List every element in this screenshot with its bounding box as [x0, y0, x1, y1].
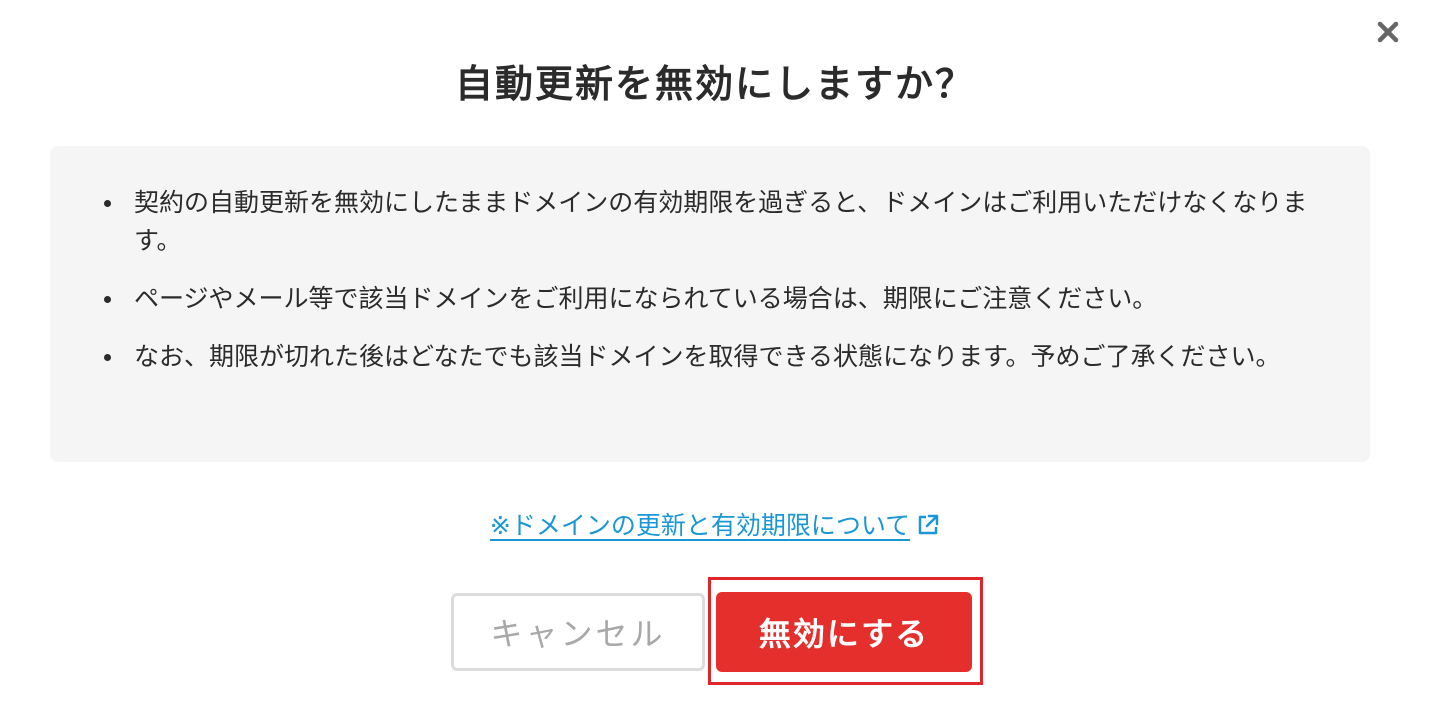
dialog-title: 自動更新を無効にしますか？ [454, 62, 975, 106]
notice-box: 契約の自動更新を無効にしたままドメインの有効期限を過ぎると、ドメインはご利用いた… [50, 146, 1370, 462]
external-link-icon [918, 514, 939, 535]
close-button[interactable] [1372, 16, 1404, 48]
notice-list: 契約の自動更新を無効にしたままドメインの有効期限を過ぎると、ドメインはご利用いた… [104, 184, 1310, 376]
help-link-label: ※ドメインの更新と有効期限について [489, 511, 911, 540]
notice-item: ページやメール等で該当ドメインをご利用になられている場合は、期限にご注意ください… [104, 280, 1310, 318]
disable-button[interactable]: 無効にする [716, 592, 972, 672]
close-icon[interactable] [1377, 21, 1399, 43]
notice-item: 契約の自動更新を無効にしたままドメインの有効期限を過ぎると、ドメインはご利用いた… [104, 184, 1310, 260]
cancel-button[interactable]: キャンセル [451, 593, 705, 671]
auto-renewal-disable-dialog: 自動更新を無効にしますか？ 契約の自動更新を無効にしたままドメインの有効期限を過… [0, 0, 1430, 724]
notice-item: なお、期限が切れた後はどなたでも該当ドメインを取得できる状態になります。予めご了… [104, 338, 1310, 376]
help-link-row: ※ドメインの更新と有効期限について [0, 506, 1430, 549]
domain-renewal-help-link[interactable]: ※ドメインの更新と有効期限について [490, 511, 940, 540]
